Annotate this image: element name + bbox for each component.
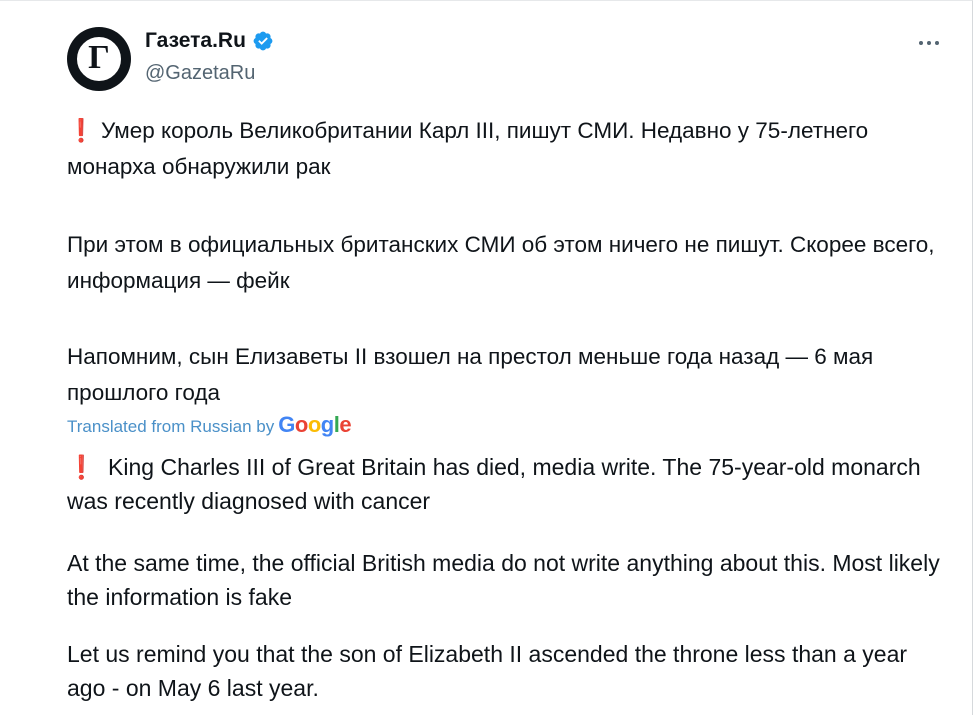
translated-paragraph-2: At the same time, the official British m… bbox=[67, 550, 940, 610]
avatar[interactable]: Г bbox=[67, 27, 131, 91]
exclamation-icon: ❗ bbox=[67, 454, 96, 480]
author-display-name[interactable]: Газета.Ru bbox=[145, 29, 246, 53]
original-text-1: Умер король Великобритании Карл III, пиш… bbox=[67, 118, 869, 179]
exclamation-icon: ❗ bbox=[67, 118, 96, 143]
more-dot bbox=[927, 41, 931, 45]
avatar-letter: Г bbox=[88, 39, 110, 76]
translated-text-1: King Charles III of Great Britain has di… bbox=[67, 454, 921, 514]
tweet-header: Г Газета.Ru @GazetaRu bbox=[67, 25, 947, 91]
author-handle[interactable]: @GazetaRu bbox=[145, 62, 255, 85]
author-name-row[interactable]: Газета.Ru bbox=[145, 29, 274, 53]
translated-paragraph-1: ❗ King Charles III of Great Britain has … bbox=[67, 450, 947, 518]
more-horizontal-icon bbox=[919, 41, 923, 45]
translation-label[interactable]: Translated from Russian by bbox=[67, 417, 274, 437]
more-options-button[interactable] bbox=[911, 31, 947, 55]
translated-paragraph-3: Let us remind you that the son of Elizab… bbox=[67, 641, 908, 701]
translation-attribution[interactable]: Translated from Russian by Google bbox=[67, 412, 352, 438]
verified-badge-icon bbox=[253, 31, 273, 51]
gazeta-logo-icon: Г bbox=[77, 37, 121, 81]
more-dot bbox=[935, 41, 939, 45]
original-paragraph-1: ❗ Умер король Великобритании Карл III, пи… bbox=[67, 113, 937, 185]
tweet-card: Г Газета.Ru @GazetaRu ❗ Умер король Велик… bbox=[0, 0, 973, 715]
original-paragraph-3: Напомним, сын Елизаветы II взошел на пре… bbox=[67, 344, 874, 405]
google-logo-icon: Google bbox=[278, 412, 352, 437]
original-paragraph-2: При этом в официальных британских СМИ об… bbox=[67, 232, 935, 293]
